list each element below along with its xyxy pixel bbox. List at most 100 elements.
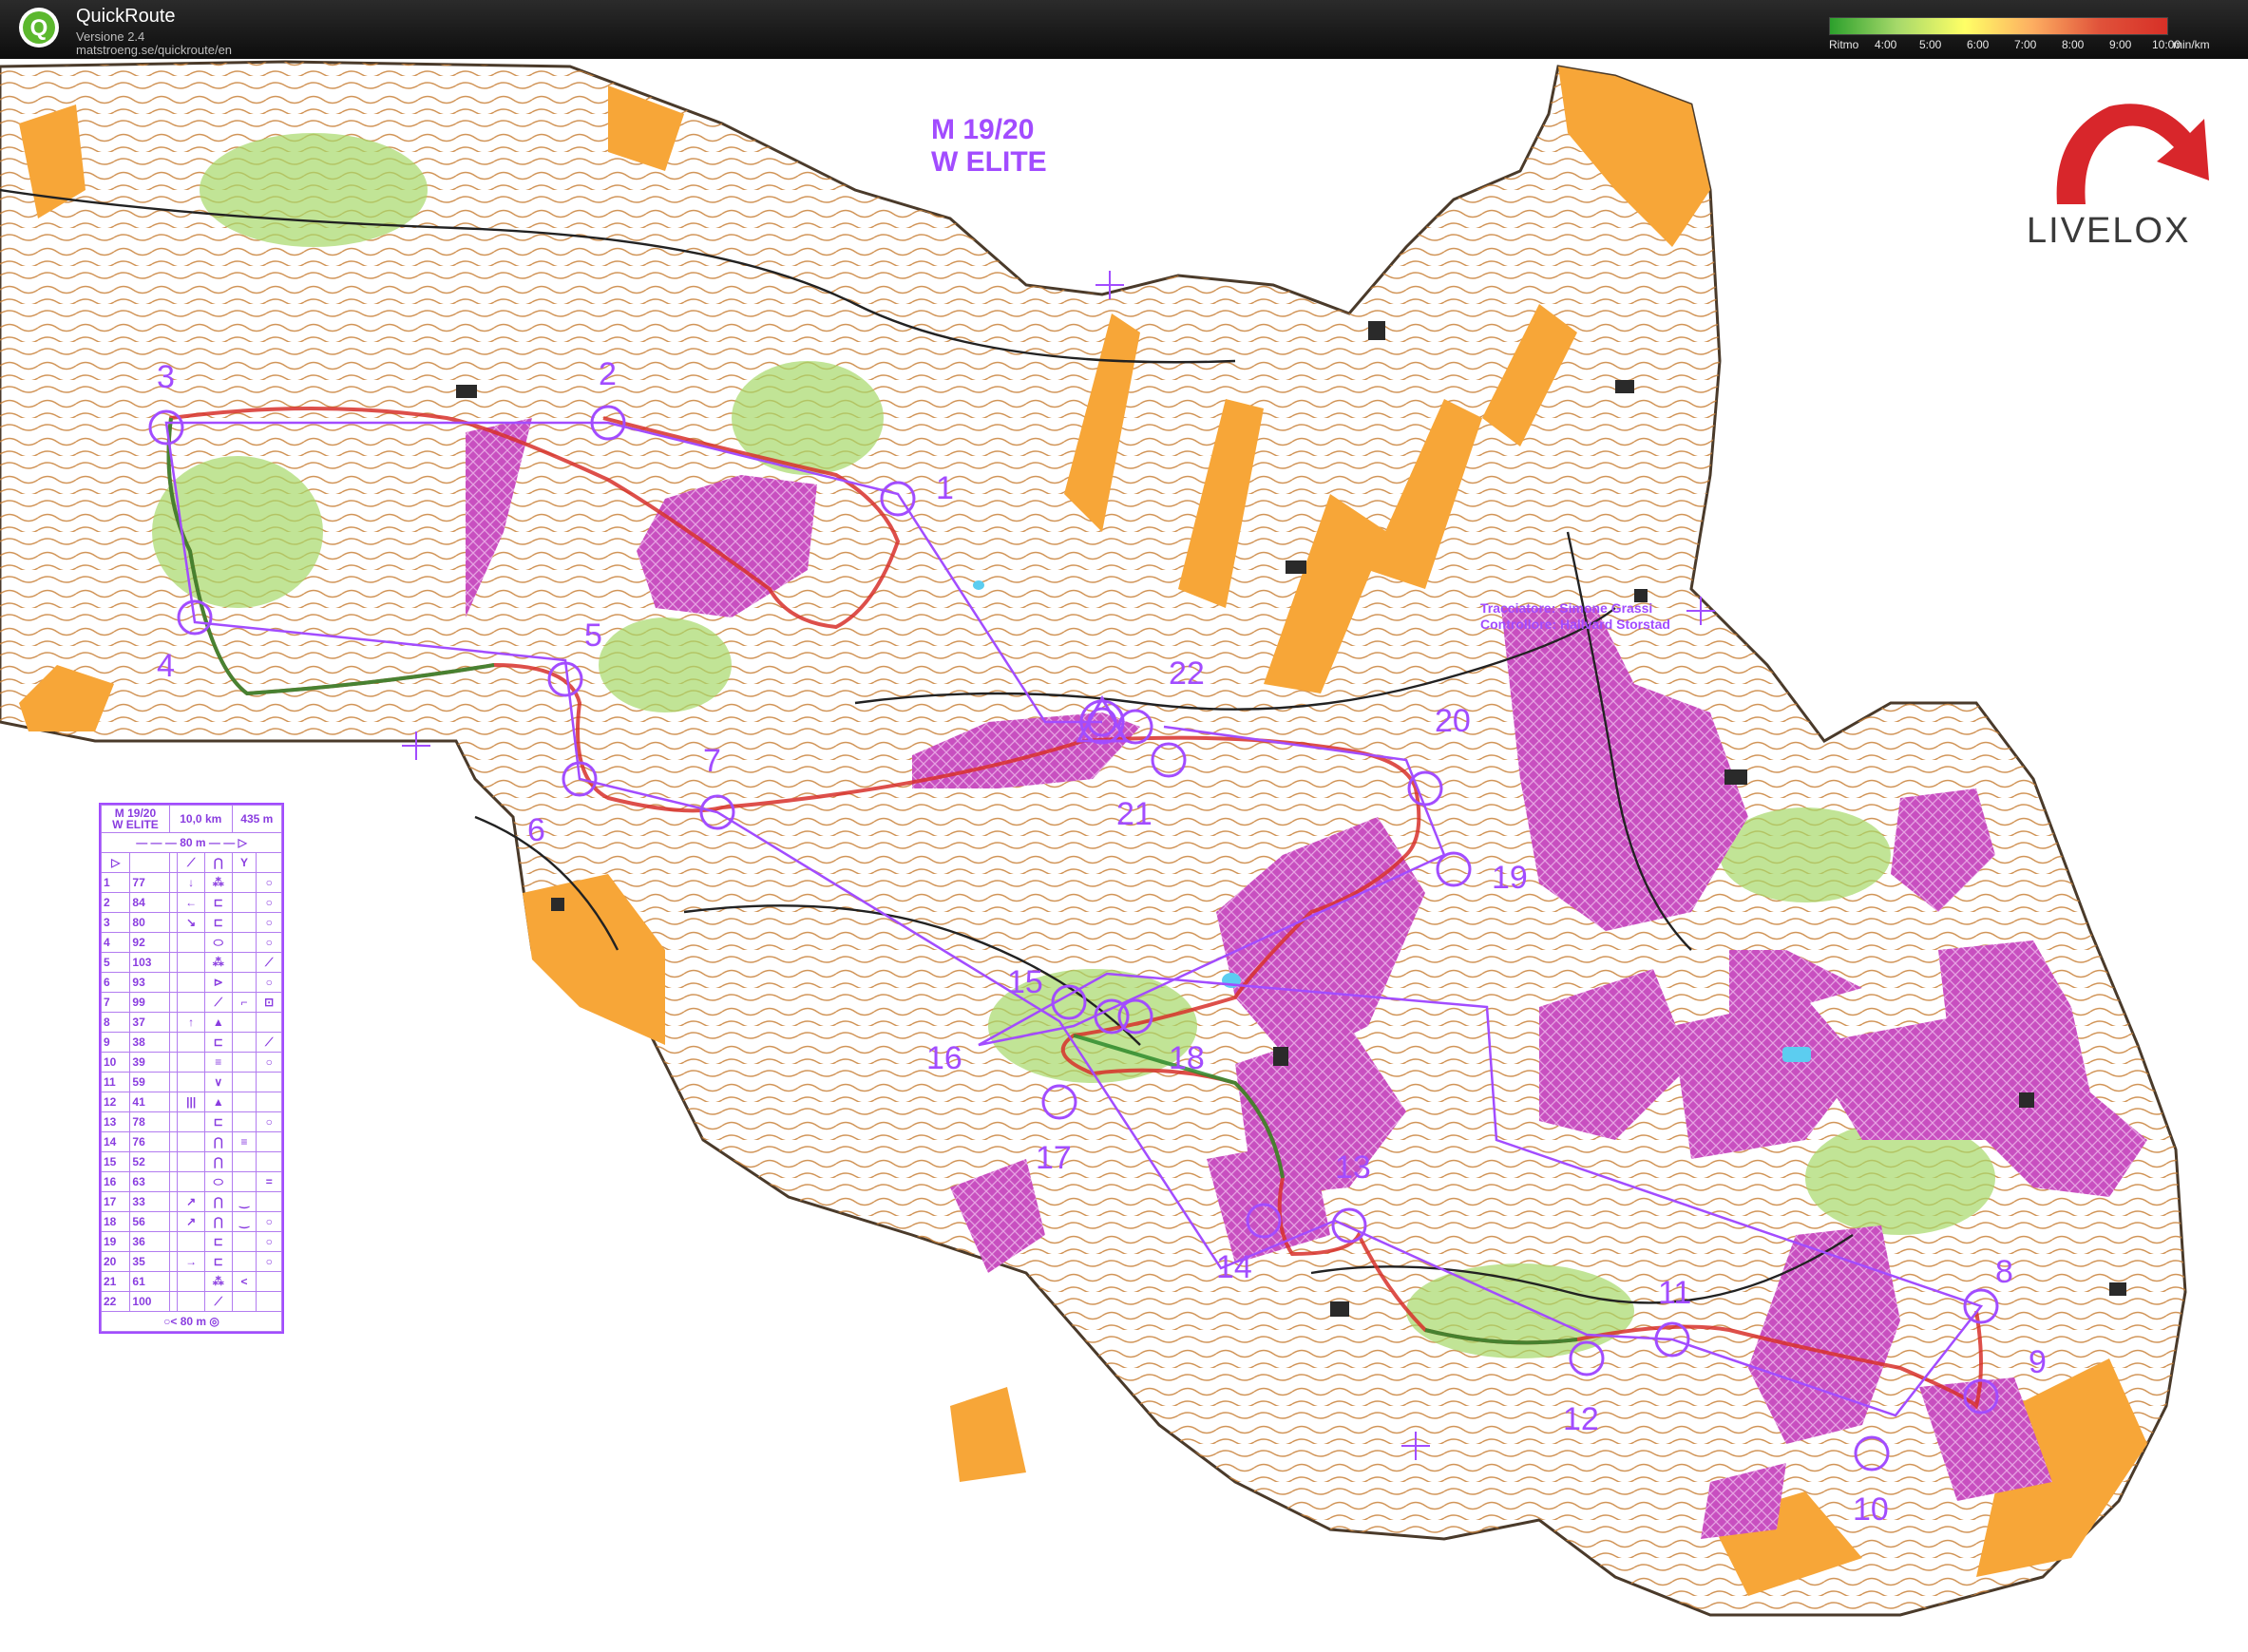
desc-empty-cell: [168, 1251, 179, 1272]
desc-cell-g: [256, 1191, 282, 1212]
desc-cell-n: 21: [100, 1271, 131, 1292]
desc-climb: 435 m: [231, 805, 283, 833]
svg-text:1: 1: [936, 470, 954, 506]
desc-cell-c: [177, 1052, 205, 1073]
desc-cell-d: ⋂: [203, 1211, 233, 1232]
desc-cell-d: ⊏: [203, 892, 233, 913]
desc-cell-code: 33: [129, 1191, 170, 1212]
desc-cell-code: 78: [129, 1111, 170, 1132]
svg-text:20: 20: [1435, 703, 1471, 739]
desc-cell-g: ○: [256, 912, 282, 933]
desc-cell-g: ⟋: [256, 1032, 282, 1053]
desc-cell-code: 35: [129, 1251, 170, 1272]
start-arrow-icon: — — ▷: [208, 836, 247, 849]
desc-cell-n: 12: [100, 1092, 131, 1112]
desc-cell-g: [256, 1291, 282, 1312]
desc-cell-f: [231, 1052, 257, 1073]
desc-cell-d: ⊏: [203, 1111, 233, 1132]
start-triangle-icon: ▷: [100, 852, 131, 873]
desc-cell-d: ⊳: [203, 972, 233, 993]
desc-cell-n: 13: [100, 1111, 131, 1132]
desc-cell-code: 59: [129, 1072, 170, 1092]
desc-cell-code: 63: [129, 1171, 170, 1192]
desc-cell-code: 39: [129, 1052, 170, 1073]
svg-text:2: 2: [599, 356, 617, 392]
desc-cell-code: 84: [129, 892, 170, 913]
desc-cell-d: ▲: [203, 1012, 233, 1033]
desc-row: 13 78 ⊏ ○: [100, 1111, 282, 1132]
desc-cell-code: 80: [129, 912, 170, 933]
desc-cell-g: ○: [256, 1052, 282, 1073]
desc-cell-c: [177, 992, 205, 1013]
desc-row: 18 56 ↗ ⋂ ‿ ○: [100, 1211, 282, 1232]
desc-row: 6 93 ⊳ ○: [100, 972, 282, 993]
desc-cell-code: 100: [129, 1291, 170, 1312]
svg-text:4: 4: [157, 648, 175, 684]
desc-cell-f: [231, 1012, 257, 1033]
desc-empty-cell: [168, 1171, 179, 1192]
desc-row: 10 39 ≡ ○: [100, 1052, 282, 1073]
svg-text:15: 15: [1007, 964, 1043, 1000]
desc-cell-d: ⊏: [203, 1251, 233, 1272]
app-url[interactable]: matstroeng.se/quickroute/en: [76, 43, 232, 57]
desc-cell-n: 5: [100, 952, 131, 973]
desc-cell-c: ↓: [177, 872, 205, 893]
desc-cell-g: ○: [256, 872, 282, 893]
desc-row: 2 84 ← ⊏ ○: [100, 892, 282, 913]
desc-empty-cell: [168, 1032, 179, 1053]
desc-cell-code: 77: [129, 872, 170, 893]
desc-cell-code: 38: [129, 1032, 170, 1053]
desc-cell-n: 18: [100, 1211, 131, 1232]
desc-cell-c: ↑: [177, 1012, 205, 1033]
desc-cell-d: ⟋: [203, 1291, 233, 1312]
desc-cell-n: 16: [100, 1171, 131, 1192]
svg-text:13: 13: [1335, 1149, 1371, 1186]
svg-text:21: 21: [1116, 796, 1153, 832]
pace-tick: 5:00: [1919, 38, 1942, 51]
title-bar: Q QuickRoute Versione 2.4 matstroeng.se/…: [0, 0, 2248, 59]
pace-tick: 6:00: [1967, 38, 1990, 51]
desc-empty-cell: [168, 952, 179, 973]
desc-cell-g: =: [256, 1171, 282, 1192]
desc-row: 11 59 ∨: [100, 1072, 282, 1092]
desc-cell-g: ○: [256, 1231, 282, 1252]
desc-cell-f: [231, 1072, 257, 1092]
desc-cell-g: ○: [256, 1211, 282, 1232]
desc-cell-f: [231, 972, 257, 993]
desc-cell-f: [231, 1032, 257, 1053]
desc-cell-n: 17: [100, 1191, 131, 1212]
desc-empty-cell: [168, 1072, 179, 1092]
desc-cell-g: ○: [256, 1111, 282, 1132]
desc-empty-cell: [168, 1191, 179, 1212]
desc-empty-cell: [168, 1131, 179, 1152]
app-version: Versione 2.4: [76, 29, 145, 44]
desc-cell-f: <: [231, 1271, 257, 1292]
desc-row: 17 33 ↗ ⋂ ‿: [100, 1191, 282, 1212]
desc-cell-g: ○: [256, 892, 282, 913]
desc-cell-f: [231, 1171, 257, 1192]
desc-cell-d: ⋂: [203, 1191, 233, 1212]
desc-cell-n: 11: [100, 1072, 131, 1092]
desc-cell-d: ⋂: [203, 1131, 233, 1152]
desc-cell-d: ⟋: [203, 992, 233, 1013]
control-description-sheet: M 19/20 W ELITE 10,0 km 435 m — — — 80 m …: [99, 803, 284, 1334]
desc-cell-n: 10: [100, 1052, 131, 1073]
desc-cell-d: ⁂: [203, 872, 233, 893]
orienteering-map[interactable]: 1 2 3 4 5 6 7 8 9 10 11 12 13 14 15 16 1…: [0, 59, 2248, 1652]
desc-cell-n: 4: [100, 932, 131, 953]
quickroute-logo-icon: Q: [19, 8, 59, 47]
desc-cell-f: [231, 1151, 257, 1172]
desc-cell-c: [177, 1072, 205, 1092]
desc-row: 14 76 ⋂ ≡: [100, 1131, 282, 1152]
pace-unit: min/km: [2173, 38, 2210, 51]
desc-cell-n: 19: [100, 1231, 131, 1252]
desc-cell-c: ↘: [177, 912, 205, 933]
desc-cell-f: [231, 1291, 257, 1312]
pace-label: Ritmo: [1829, 38, 1859, 51]
app-name: QuickRoute: [76, 6, 176, 27]
desc-cell-code: 93: [129, 972, 170, 993]
desc-cell-d: ⁂: [203, 952, 233, 973]
desc-cell-code: 92: [129, 932, 170, 953]
desc-cell-g: ○: [256, 1251, 282, 1272]
pace-tick: 7:00: [2014, 38, 2037, 51]
